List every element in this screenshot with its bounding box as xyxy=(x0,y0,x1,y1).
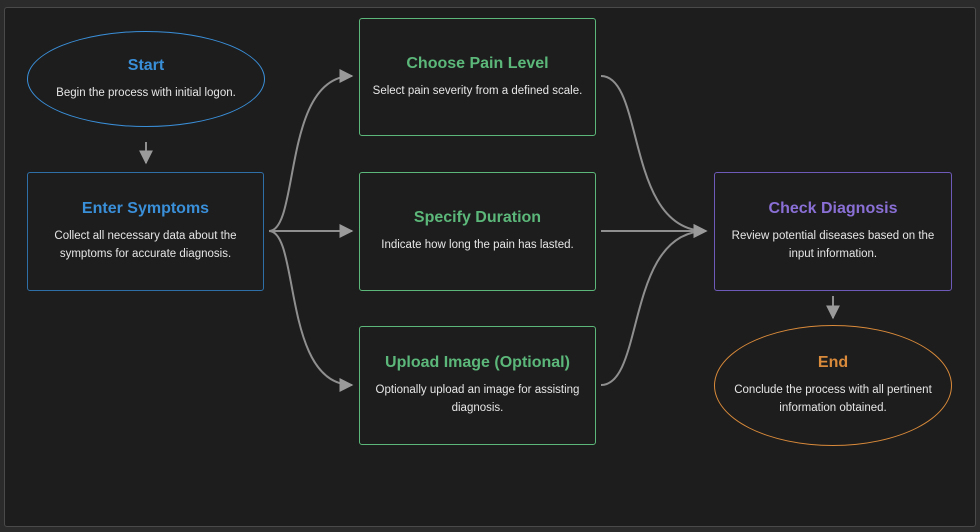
edge-enter-symptoms-to-upload-image xyxy=(268,230,354,392)
upload-image-description: Optionally upload an image for assisting… xyxy=(375,384,580,414)
check-diagnosis-title: Check Diagnosis xyxy=(768,200,898,217)
end-node: End Conclude the process with all pertin… xyxy=(714,325,952,446)
check-diagnosis-node: Check Diagnosis Review potential disease… xyxy=(714,172,952,291)
start-node: Start Begin the process with initial log… xyxy=(27,31,265,127)
specify-duration-node: Specify Duration Indicate how long the p… xyxy=(359,172,596,291)
specify-duration-title: Specify Duration xyxy=(413,209,542,226)
edge-upload-image-to-check-diagnosis xyxy=(600,224,708,386)
enter-symptoms-description: Collect all necessary data about the sym… xyxy=(54,230,237,260)
enter-symptoms-node: Enter Symptoms Collect all necessary dat… xyxy=(27,172,264,291)
start-title: Start xyxy=(127,56,165,74)
end-description: Conclude the process with all pertinent … xyxy=(734,384,932,414)
specify-duration-description: Indicate how long the pain has lasted. xyxy=(381,239,574,251)
upload-image-title: Upload Image (Optional) xyxy=(385,354,570,371)
choose-pain-level-title: Choose Pain Level xyxy=(406,54,549,72)
enter-symptoms-title: Enter Symptoms xyxy=(81,200,210,217)
edge-choose-pain-to-check-diagnosis xyxy=(600,75,708,238)
choose-pain-level-node: Choose Pain Level Select pain severity f… xyxy=(359,18,596,136)
edge-enter-symptoms-to-choose-pain xyxy=(268,69,354,232)
upload-image-node: Upload Image (Optional) Optionally uploa… xyxy=(359,326,596,445)
choose-pain-level-description: Select pain severity from a defined scal… xyxy=(372,84,583,97)
start-description: Begin the process with initial logon. xyxy=(56,86,236,99)
end-title: End xyxy=(817,354,849,371)
check-diagnosis-description: Review potential diseases based on the i… xyxy=(731,230,935,260)
